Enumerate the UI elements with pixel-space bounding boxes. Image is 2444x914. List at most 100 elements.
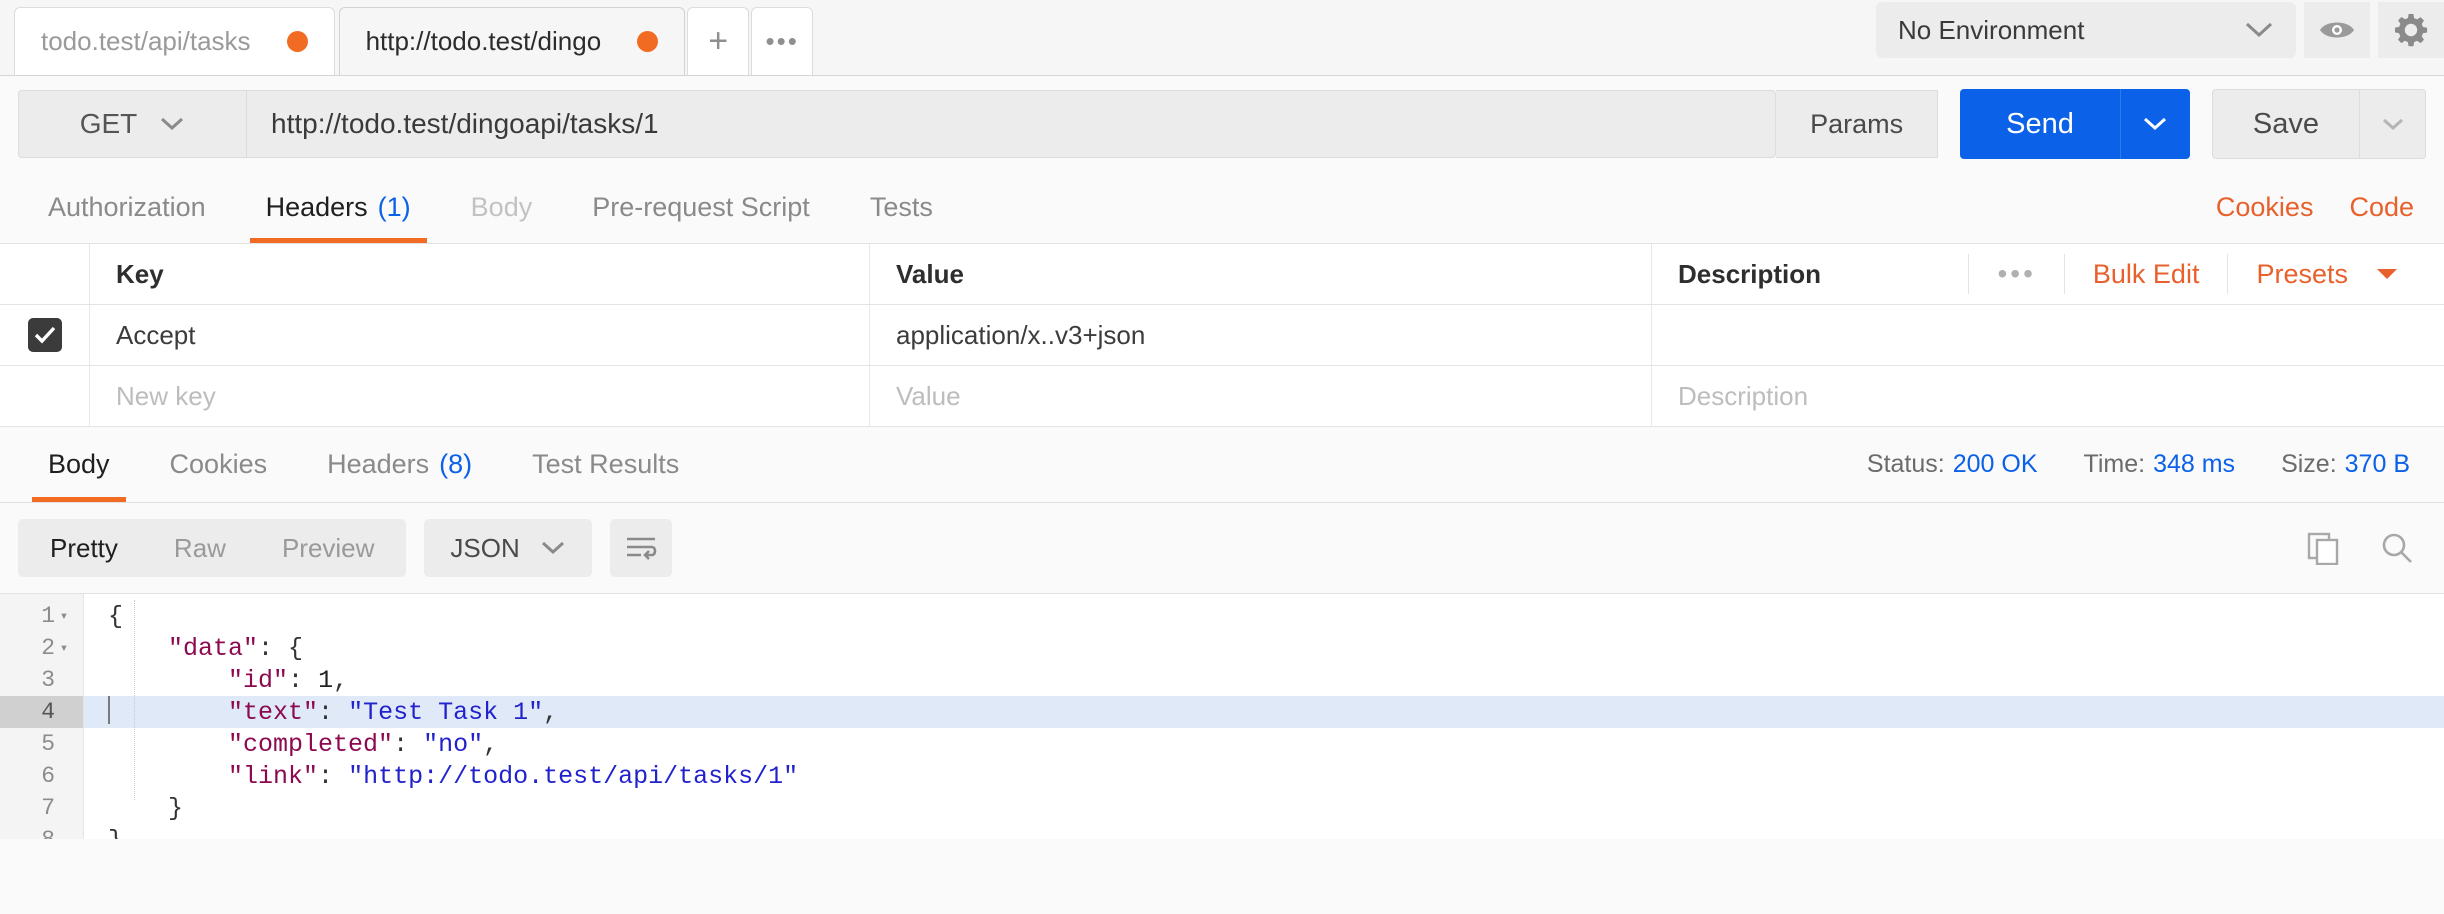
line-number-gutter: 1▾2▾ 3 4 5 6 7 8 [0,594,84,839]
view-mode-pretty[interactable]: Pretty [22,523,146,573]
cookies-link[interactable]: Cookies [2216,192,2314,223]
code-line: "data": { [168,633,304,663]
chevron-down-icon [159,116,185,132]
tab-authorization[interactable]: Authorization [18,172,236,243]
save-button[interactable]: Save [2211,89,2360,159]
send-options-button[interactable] [2119,89,2190,159]
tab-tests[interactable]: Tests [840,172,963,243]
column-description-label: Description [1678,258,1822,289]
fold-toggle-icon[interactable]: ▾ [55,608,73,625]
line-number: 5 [41,731,55,757]
headers-more-options-button[interactable]: ••• [1968,254,2063,294]
code-line: "link": "http://todo.test/api/tasks/1" [228,761,799,791]
environment-selector[interactable]: No Environment [1876,2,2296,58]
view-mode-raw[interactable]: Raw [146,523,254,573]
response-tab-body[interactable]: Body [18,427,140,502]
row-enabled-checkbox[interactable] [27,318,62,352]
response-body-actions [2306,531,2426,565]
presets-button[interactable]: Presets [2227,254,2426,294]
code-link[interactable]: Code [2349,192,2414,223]
http-method-label: GET [79,108,138,139]
new-row-description-cell[interactable]: Description [1652,366,2444,426]
tab-bar: todo.test/api/tasks http://todo.test/din… [0,0,2444,76]
tab-pre-request-script-label: Pre-request Script [592,192,810,222]
chevron-down-icon [540,540,566,556]
row-key-cell[interactable]: Accept [90,305,870,365]
response-format-selector[interactable]: JSON [424,519,592,577]
new-key-input[interactable]: New key [90,366,869,426]
settings-button[interactable] [2378,2,2444,58]
word-wrap-button[interactable] [609,519,672,577]
status-indicator: Status: 200 OK [1867,450,2038,479]
headers-table-header-row: Key Value Description ••• Bulk Edit Pres… [0,244,2444,305]
response-tab-test-results-label: Test Results [532,449,680,479]
response-section-tabs: Body Cookies Headers (8) Test Results St… [0,427,2444,503]
response-tab-cookies[interactable]: Cookies [140,427,298,502]
search-icon [2380,531,2414,565]
request-links: Cookies Code [2216,172,2426,243]
tab-headers-count: (1) [377,192,411,222]
caret-down-icon [2376,267,2398,281]
request-tab-1[interactable]: todo.test/api/tasks [14,7,335,75]
tab-body[interactable]: Body [441,172,563,243]
row-value-cell[interactable]: application/x..v3+json [870,305,1652,365]
column-key: Key [90,244,870,304]
time-label: Time: [2083,450,2146,478]
line-number: 2 ▾ [0,632,83,664]
row-description-cell[interactable] [1652,305,2444,365]
request-tab-2-label: http://todo.test/dingo [365,26,602,56]
status-value: 200 OK [1952,450,2038,478]
more-dots-icon: ••• [1997,258,2036,289]
send-button[interactable]: Send [1960,89,2120,159]
code-line: "completed": "no", [228,729,499,759]
search-button[interactable] [2380,531,2414,565]
request-tab-1-label: todo.test/api/tasks [41,26,251,56]
line-number: 3 [41,667,55,693]
response-tab-headers[interactable]: Headers (8) [297,427,502,502]
response-body-viewer[interactable]: 1▾2▾ 3 4 5 6 7 8 { "data": { "id": 1, "text": … [0,593,2444,839]
headers-table: Key Value Description ••• Bulk Edit Pres… [0,244,2444,427]
new-row-value-cell[interactable]: Value [870,366,1652,426]
tab-headers[interactable]: Headers (1) [236,172,441,243]
new-value-input[interactable]: Value [870,366,1651,426]
table-row[interactable]: Accept application/x..v3+json [0,305,2444,366]
environment-quick-look-button[interactable] [2304,2,2370,58]
chevron-down-icon [2381,117,2405,132]
url-input[interactable]: http://todo.test/dingoapi/tasks/1 [246,90,1777,158]
tab-tests-label: Tests [869,192,933,222]
bulk-edit-button[interactable]: Bulk Edit [2063,254,2228,294]
presets-label: Presets [2256,258,2348,289]
http-method-selector[interactable]: GET [18,90,246,158]
column-value-label: Value [896,258,964,289]
response-tab-headers-count: (8) [439,449,473,479]
text-caret [108,696,110,724]
new-tab-button[interactable]: + [687,7,750,75]
copy-button[interactable] [2306,531,2340,565]
code-line: "id": 1, [228,665,349,695]
new-description-input[interactable]: Description [1652,366,2444,426]
code-content[interactable]: { "data": { "id": 1, "text": "Test Task … [84,594,2444,839]
params-button[interactable]: Params [1776,90,1939,158]
view-mode-preview[interactable]: Preview [254,523,402,573]
column-value: Value [870,244,1652,304]
request-tab-2[interactable]: http://todo.test/dingo [338,7,686,75]
table-new-row[interactable]: New key Value Description [0,366,2444,427]
row-description-value [1652,305,2444,365]
tab-options-button[interactable]: ••• [751,7,814,75]
send-button-group: Send [1960,89,2190,159]
code-line: } [84,824,2444,840]
size-value: 370 B [2344,450,2410,478]
bulk-edit-label: Bulk Edit [2092,258,2200,289]
tab-pre-request-script[interactable]: Pre-request Script [562,172,840,243]
request-url-bar: GET http://todo.test/dingoapi/tasks/1 Pa… [0,76,2444,172]
code-line: { [108,601,124,631]
new-row-key-cell[interactable]: New key [90,366,870,426]
environment-selected-label: No Environment [1898,14,2085,45]
save-options-button[interactable] [2360,89,2426,159]
line-number: 4 [0,696,83,728]
response-tab-test-results[interactable]: Test Results [502,427,709,502]
unsaved-dot-icon [637,31,659,52]
eye-icon [2318,17,2356,43]
chevron-down-icon [2244,21,2274,39]
fold-toggle-icon[interactable]: ▾ [55,640,73,657]
